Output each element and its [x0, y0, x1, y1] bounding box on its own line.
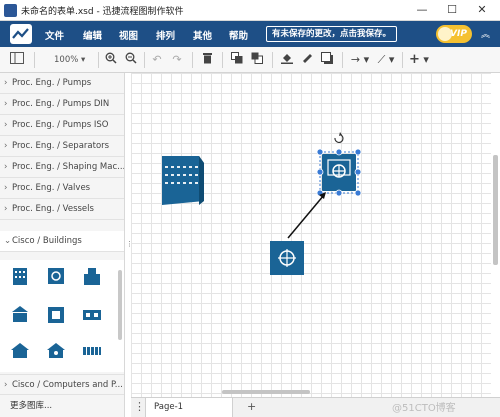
toolbar-separator: [98, 52, 99, 68]
category-label: Cisco / Computers and P...: [12, 380, 123, 390]
cisco-tower-shape-icon[interactable]: [82, 266, 102, 286]
chevron-right-icon: ›: [4, 120, 8, 130]
toolbar-separator: [192, 52, 193, 68]
connection-style-icon[interactable]: → ▾: [348, 52, 372, 68]
unsaved-changes-button[interactable]: 有未保存的更改，点击我保存。: [266, 26, 398, 42]
building-shape[interactable]: [162, 156, 204, 205]
category-label: Proc. Eng. / Pumps: [12, 78, 92, 88]
toolbar-separator: [342, 52, 343, 68]
zoom-in-icon[interactable]: [104, 52, 118, 68]
connector-arrow[interactable]: [287, 192, 326, 239]
maximize-button[interactable]: ☐: [437, 0, 467, 20]
canvas-horizontal-scrollbar[interactable]: [222, 390, 310, 394]
menu-edit[interactable]: 编辑: [83, 28, 102, 42]
waypoint-style-icon[interactable]: ⟋ ▾: [374, 52, 398, 68]
category-label: Proc. Eng. / Pumps DIN: [12, 99, 110, 109]
menu-extras[interactable]: 其他: [193, 28, 212, 42]
category-proc-eng-shaping[interactable]: › Proc. Eng. / Shaping Mac...: [0, 157, 125, 178]
toolbar-separator: [272, 52, 273, 68]
panel-toggle-icon[interactable]: [8, 52, 26, 68]
toolbar-separator: [222, 52, 223, 68]
chevron-right-icon: ›: [4, 204, 8, 214]
zoom-select[interactable]: 100% ▾: [40, 52, 96, 68]
menu-file[interactable]: 文件: [45, 28, 64, 42]
category-proc-eng-pumps-iso[interactable]: › Proc. Eng. / Pumps ISO: [0, 115, 124, 136]
menu-view[interactable]: 视图: [119, 28, 138, 42]
category-proc-eng-pumps[interactable]: › Proc. Eng. / Pumps: [0, 73, 124, 94]
category-label: Proc. Eng. / Valves: [12, 183, 91, 193]
category-label: Proc. Eng. / Vessels: [12, 204, 94, 214]
to-back-icon[interactable]: [250, 52, 264, 68]
chevron-right-icon: ›: [4, 141, 8, 151]
cisco-building-shape-icon[interactable]: [10, 266, 30, 286]
cisco-home-shape-icon[interactable]: [10, 340, 30, 360]
category-cisco-computers[interactable]: › Cisco / Computers and P...: [0, 374, 124, 395]
redo-icon[interactable]: ↷: [170, 52, 184, 68]
selected-branch-office-shape[interactable]: [319, 151, 359, 194]
category-label: Proc. Eng. / Pumps ISO: [12, 120, 109, 130]
shadow-icon[interactable]: [320, 52, 334, 68]
cisco-small-business-shape-icon[interactable]: [82, 304, 102, 324]
chevron-right-icon: ›: [4, 380, 8, 390]
chevron-right-icon: ›: [4, 183, 8, 193]
delete-icon[interactable]: [200, 52, 214, 68]
vip-badge[interactable]: VIP: [436, 25, 472, 43]
title-bar: 未命名的表单.xsd - 迅捷流程图制作软件 — ☐ ✕: [0, 0, 500, 21]
cisco-branch-office-shape-icon[interactable]: [46, 266, 66, 286]
zoom-value: 100%: [54, 55, 79, 65]
cisco-telecommuter-shape-icon[interactable]: [46, 340, 66, 360]
mascot-icon: [438, 27, 452, 41]
cisco-headquarters-shape-icon[interactable]: [46, 304, 66, 324]
menu-bar: 文件 编辑 视图 排列 其他 帮助 有未保存的更改，点击我保存。 VIP ︽: [0, 21, 500, 47]
category-proc-eng-vessels[interactable]: › Proc. Eng. / Vessels: [0, 199, 124, 220]
category-proc-eng-pumps-din[interactable]: › Proc. Eng. / Pumps DIN: [0, 94, 124, 115]
pages-menu-icon[interactable]: ⋮: [134, 400, 145, 413]
diagram-layer: [162, 132, 362, 275]
category-proc-eng-separators[interactable]: › Proc. Eng. / Separators: [0, 136, 124, 157]
window-title: 未命名的表单.xsd - 迅捷流程图制作软件: [21, 7, 184, 17]
app-logo-icon: [10, 24, 32, 44]
fill-color-icon[interactable]: [280, 52, 294, 68]
toolbar-separator: [34, 52, 35, 68]
diagram-canvas[interactable]: [131, 73, 491, 397]
toolbar-separator: [144, 52, 145, 68]
cisco-generic-building-shape-icon[interactable]: [82, 340, 102, 360]
category-label: Cisco / Buildings: [12, 236, 82, 246]
shape-palette: [0, 260, 124, 372]
close-button[interactable]: ✕: [467, 0, 497, 20]
undo-icon[interactable]: ↶: [150, 52, 164, 68]
collapse-menu-icon[interactable]: ︽: [481, 27, 490, 40]
toolbar-separator: [402, 52, 403, 68]
toolbar: 100% ▾ ↶ ↷ → ▾ ⟋ ▾ + ▾: [0, 47, 500, 73]
page-tab[interactable]: Page-1: [145, 398, 233, 417]
chevron-right-icon: ›: [4, 162, 8, 172]
add-page-icon[interactable]: +: [247, 400, 256, 413]
insert-icon: +: [409, 52, 420, 67]
chevron-down-icon: ⌄: [4, 236, 12, 246]
minimize-button[interactable]: —: [407, 0, 437, 20]
watermark: @51CTO博客: [392, 403, 456, 414]
app-icon: [4, 4, 17, 17]
category-cisco-buildings[interactable]: ⌄Cisco / Buildings: [0, 231, 124, 252]
sidebar-scrollbar[interactable]: [118, 270, 122, 340]
to-front-icon[interactable]: [230, 52, 244, 68]
line-color-icon[interactable]: [300, 52, 314, 68]
insert-button[interactable]: + ▾: [408, 52, 430, 68]
menu-arrange[interactable]: 排列: [156, 28, 175, 42]
cisco-government-shape-icon[interactable]: [10, 304, 30, 324]
zoom-out-icon[interactable]: [124, 52, 138, 68]
more-libraries-button[interactable]: 更多图库...: [0, 397, 125, 417]
category-label: Proc. Eng. / Separators: [12, 141, 110, 151]
vip-label: VIP: [450, 29, 467, 39]
rotate-handle-icon[interactable]: [334, 132, 344, 144]
menu-help[interactable]: 帮助: [229, 28, 248, 42]
category-proc-eng-valves[interactable]: › Proc. Eng. / Valves: [0, 178, 124, 199]
chevron-right-icon: ›: [4, 78, 8, 88]
chevron-right-icon: ›: [4, 99, 8, 109]
canvas-vertical-scrollbar[interactable]: [493, 155, 498, 265]
shape-library-sidebar: › Proc. Eng. / Pumps › Proc. Eng. / Pumps …: [0, 73, 125, 397]
branch-office-shape[interactable]: [270, 241, 304, 275]
category-label: Proc. Eng. / Shaping Mac...: [12, 162, 125, 172]
